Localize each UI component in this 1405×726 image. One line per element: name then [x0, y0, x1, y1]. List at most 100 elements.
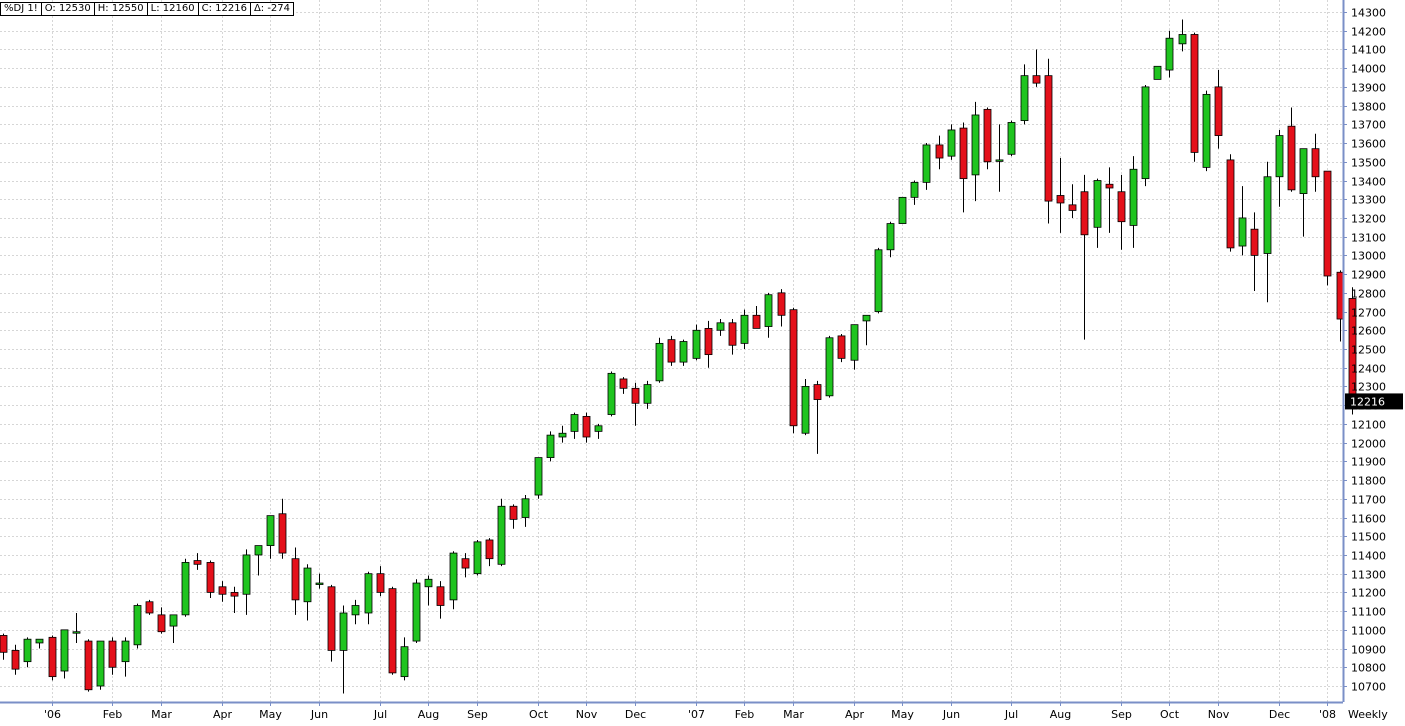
candle-body: [497, 505, 506, 565]
candle-body: [764, 294, 773, 327]
x-tick-label: Jun: [310, 708, 328, 721]
x-tick-label: Oct: [1160, 708, 1180, 721]
candle-body: [388, 588, 397, 674]
candle-body: [1263, 176, 1272, 254]
candle-body: [364, 573, 373, 614]
x-tick-label: Dec: [625, 708, 646, 721]
y-tick-label: 11200: [1351, 587, 1386, 600]
candle-body: [96, 640, 105, 687]
candle: [145, 599, 154, 615]
x-tick-label: May: [891, 708, 914, 721]
interval-label: Weekly: [1348, 708, 1388, 721]
y-tick-label: 13100: [1351, 232, 1386, 245]
y-tick-label: 13900: [1351, 82, 1386, 95]
y-tick-label: 11400: [1351, 550, 1386, 563]
candle-body: [947, 129, 956, 157]
last-value-label: 12216: [1350, 395, 1385, 408]
candle-body: [716, 322, 725, 331]
candle-body: [133, 605, 142, 646]
candle-body: [910, 181, 919, 198]
y-tick-label: 11300: [1351, 569, 1386, 582]
candle-body: [206, 562, 215, 593]
candle-body: [351, 605, 360, 616]
candle-body: [1287, 125, 1296, 191]
candle: [740, 309, 749, 349]
candle: [1323, 170, 1332, 286]
y-tick-label: 12600: [1351, 325, 1386, 338]
y-tick-label: 10900: [1351, 644, 1386, 657]
candle-body: [181, 562, 190, 616]
y-tick-label: 13000: [1351, 250, 1386, 263]
candle-body: [959, 127, 968, 180]
candle-body: [679, 341, 688, 363]
y-tick-label: 14000: [1351, 63, 1386, 76]
high-value: H: 12550: [93, 2, 148, 16]
y-tick-label: 12100: [1351, 419, 1386, 432]
y-tick-label: 10700: [1351, 681, 1386, 694]
y-tick-label: 13600: [1351, 138, 1386, 151]
y-tick-label: 11500: [1351, 531, 1386, 544]
y-tick-label: 13700: [1351, 119, 1386, 132]
candle: [48, 635, 57, 681]
x-tick-label: Aug: [418, 708, 439, 721]
weekly-candlestick-chart[interactable]: 10700 10800 10900 11000 11100 11200 11300 11400…: [0, 0, 1405, 726]
candle-body: [1080, 191, 1089, 236]
candle: [874, 247, 883, 314]
y-tick-label: 13300: [1351, 194, 1386, 207]
candle-body: [72, 631, 81, 634]
y-tick-label: 12400: [1351, 363, 1386, 376]
candle: [692, 324, 701, 361]
candle-body: [898, 196, 907, 224]
candle-body: [813, 384, 822, 400]
candle-body: [1238, 217, 1247, 247]
y-tick-label: 11900: [1351, 456, 1386, 469]
candle-body: [242, 554, 251, 595]
candle: [412, 579, 421, 643]
candle-body: [1044, 75, 1053, 202]
candle-body: [0, 635, 8, 653]
candle-body: [521, 498, 530, 518]
candle-body: [254, 545, 263, 556]
x-tick-label: Feb: [735, 708, 754, 721]
candle: [679, 339, 688, 366]
candle-body: [570, 414, 579, 432]
candle-body: [1275, 135, 1284, 178]
x-tick-label: '07: [688, 708, 705, 721]
candle-body: [837, 335, 846, 359]
x-tick-label: '06: [44, 708, 61, 721]
y-tick-label: 11800: [1351, 475, 1386, 488]
candle-body: [534, 457, 543, 496]
candle-body: [1020, 75, 1029, 121]
candle: [497, 498, 506, 567]
candle: [1202, 90, 1211, 172]
candle-body: [619, 378, 628, 389]
y-tick-label: 12700: [1351, 307, 1386, 320]
candle-body: [607, 372, 616, 415]
open-value: O: 12530: [40, 2, 95, 16]
y-tick-label: 11700: [1351, 494, 1386, 507]
candle-body: [1226, 159, 1235, 249]
candle-body: [1105, 183, 1114, 189]
candle: [388, 586, 397, 675]
candle-body: [862, 314, 871, 322]
x-tick-label: Mar: [151, 708, 172, 721]
x-tick-label: Mar: [783, 708, 804, 721]
candle-body: [655, 342, 664, 382]
candle-body: [1032, 75, 1041, 84]
candle: [84, 639, 93, 692]
candle: [1007, 120, 1016, 157]
y-tick-label: 12500: [1351, 344, 1386, 357]
y-tick-label: 14200: [1351, 26, 1386, 39]
candle-body: [1311, 148, 1320, 178]
candle-body: [1190, 34, 1199, 153]
candle: [947, 124, 956, 160]
y-tick-label: 12300: [1351, 381, 1386, 394]
candle-body: [266, 515, 275, 546]
candle-body: [546, 434, 555, 458]
x-tick-label: Sep: [1111, 708, 1132, 721]
candle-body: [35, 638, 44, 644]
candle: [1153, 65, 1162, 80]
candle-body: [594, 425, 603, 432]
candle: [1044, 58, 1053, 224]
candle-body: [1007, 122, 1016, 155]
